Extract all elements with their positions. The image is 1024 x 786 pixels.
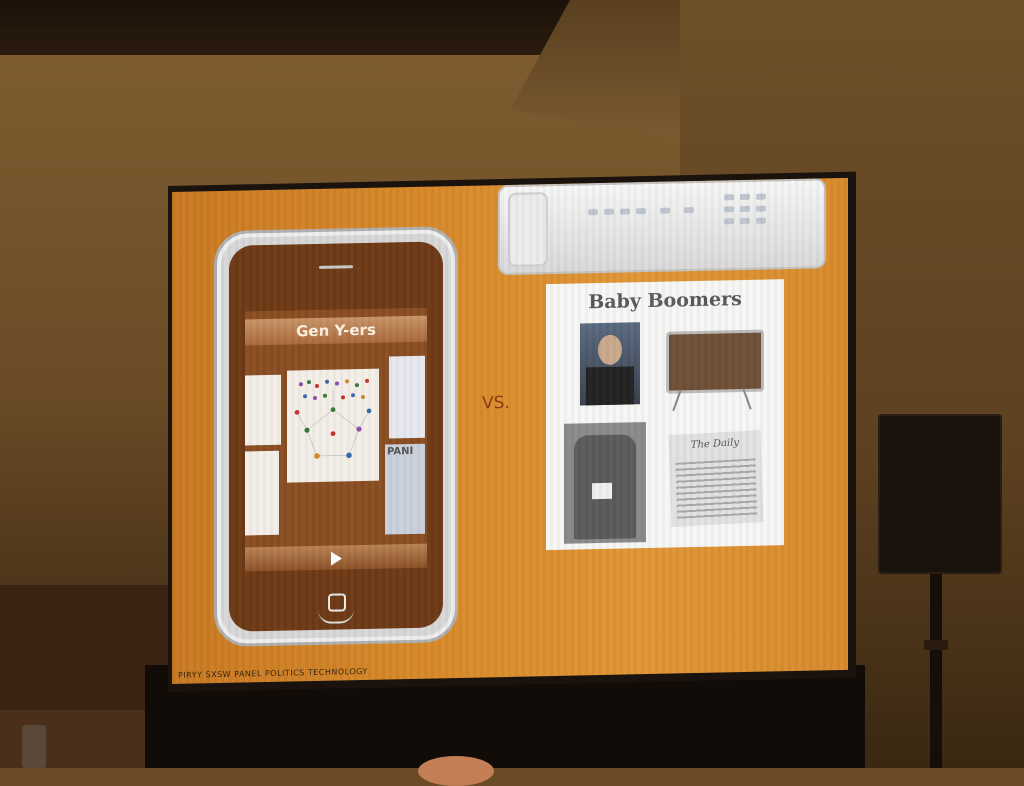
fax-key [740,205,750,213]
vs-label: VS. [482,392,510,414]
baby-boomers-sheet: Baby Boomers The Daily [546,279,784,551]
fax-key [684,207,694,214]
newspaper-text [675,458,758,519]
portrait-photo [580,322,640,406]
paper-title: Baby Boomers [588,288,742,314]
fax-key [724,218,734,225]
fax-key [740,217,750,225]
fax-handset [508,192,548,267]
fax-key [660,207,670,214]
card-right [389,355,425,439]
phone-title: Gen Y-ers [245,315,427,346]
network-card [287,368,379,483]
audience-head [418,756,494,786]
card-left-lower [245,450,279,536]
fax-key [740,193,750,201]
phone-speaker [319,265,353,269]
speaker-stand [930,574,942,768]
play-icon [331,551,342,566]
speaker-clamp [924,640,948,650]
home-button-icon [328,593,346,612]
mailbox-photo [564,422,646,544]
projection-screen: Gen Y-ers PANI VS. Baby Boomers The Dail… [172,177,848,684]
fax-key [604,208,614,215]
playback-bar [245,543,427,572]
fax-key [756,193,766,200]
phone-illustration: Gen Y-ers PANI [214,226,458,648]
newspaper-icon: The Daily [668,430,764,528]
slide-footer: PIRYY SXSW PANEL POLITICS TECHNOLOGY [178,666,368,680]
fax-key [724,194,734,201]
mailbox-icon [574,434,636,540]
network-graphic [294,378,372,459]
tv-leg [672,389,682,412]
tv-leg [742,388,752,410]
phone-display: Gen Y-ers PANI [245,307,427,572]
fax-key [724,206,734,213]
fax-machine [498,178,826,276]
fax-key [620,208,630,215]
fax-key [636,208,646,215]
postal-logo [592,482,612,500]
newspaper-title: The Daily [690,437,740,451]
cup [22,725,46,768]
portrait-suit [586,366,634,406]
phone-body: Gen Y-ers PANI [229,241,443,632]
card-right-lower: PANI [385,443,425,535]
fax-key [756,217,766,224]
fax-key [588,209,598,216]
phone-reflection [318,609,354,624]
portrait-head [598,334,622,366]
card-left [245,374,281,446]
loudspeaker [878,414,1002,574]
card-right-title: PANI [387,445,414,458]
television-icon [666,329,764,394]
fax-key [756,205,766,212]
